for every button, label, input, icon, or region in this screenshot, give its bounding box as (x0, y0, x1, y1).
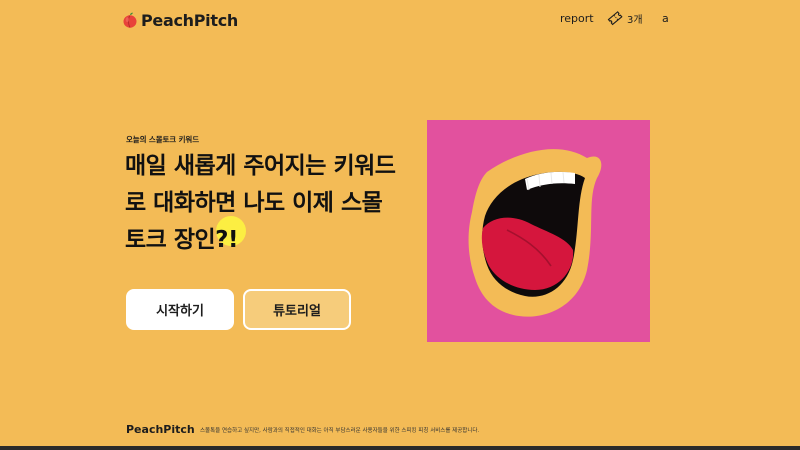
hero-kicker: 오늘의 스몰토크 키워드 (126, 135, 200, 144)
headline-line: 매일 새롭게 주어지는 키워드 (125, 153, 396, 179)
report-link[interactable]: report (560, 12, 594, 25)
peach-icon (123, 12, 137, 28)
ticket-icon (607, 11, 623, 26)
brand-name: PeachPitch (141, 10, 238, 30)
tutorial-button[interactable]: 튜토리얼 (243, 289, 351, 330)
hero-headline: 매일 새롭게 주어지는 키워드 로 대화하면 나도 이제 스몰 토크 장인?! (125, 148, 425, 259)
ticket-counter[interactable]: 3개 (607, 10, 643, 26)
headline-line: 로 대화하면 나도 이제 스몰 (125, 190, 383, 216)
brand-logo[interactable]: PeachPitch (123, 9, 238, 31)
ticket-count: 3개 (627, 14, 643, 26)
footer-divider (0, 446, 800, 450)
open-mouth-illustration (427, 120, 650, 342)
start-button[interactable]: 시작하기 (126, 289, 234, 330)
footer-brand: PeachPitch (126, 423, 195, 436)
footer-description: 스몰톡을 연습하고 싶지만, 사람과의 직접적인 대화는 아직 부담스러운 사용… (200, 428, 480, 434)
top-nav: PeachPitch report 3개 a (0, 0, 800, 40)
user-menu[interactable]: a (662, 12, 669, 25)
headline-line: 토크 장인?! (125, 227, 238, 253)
